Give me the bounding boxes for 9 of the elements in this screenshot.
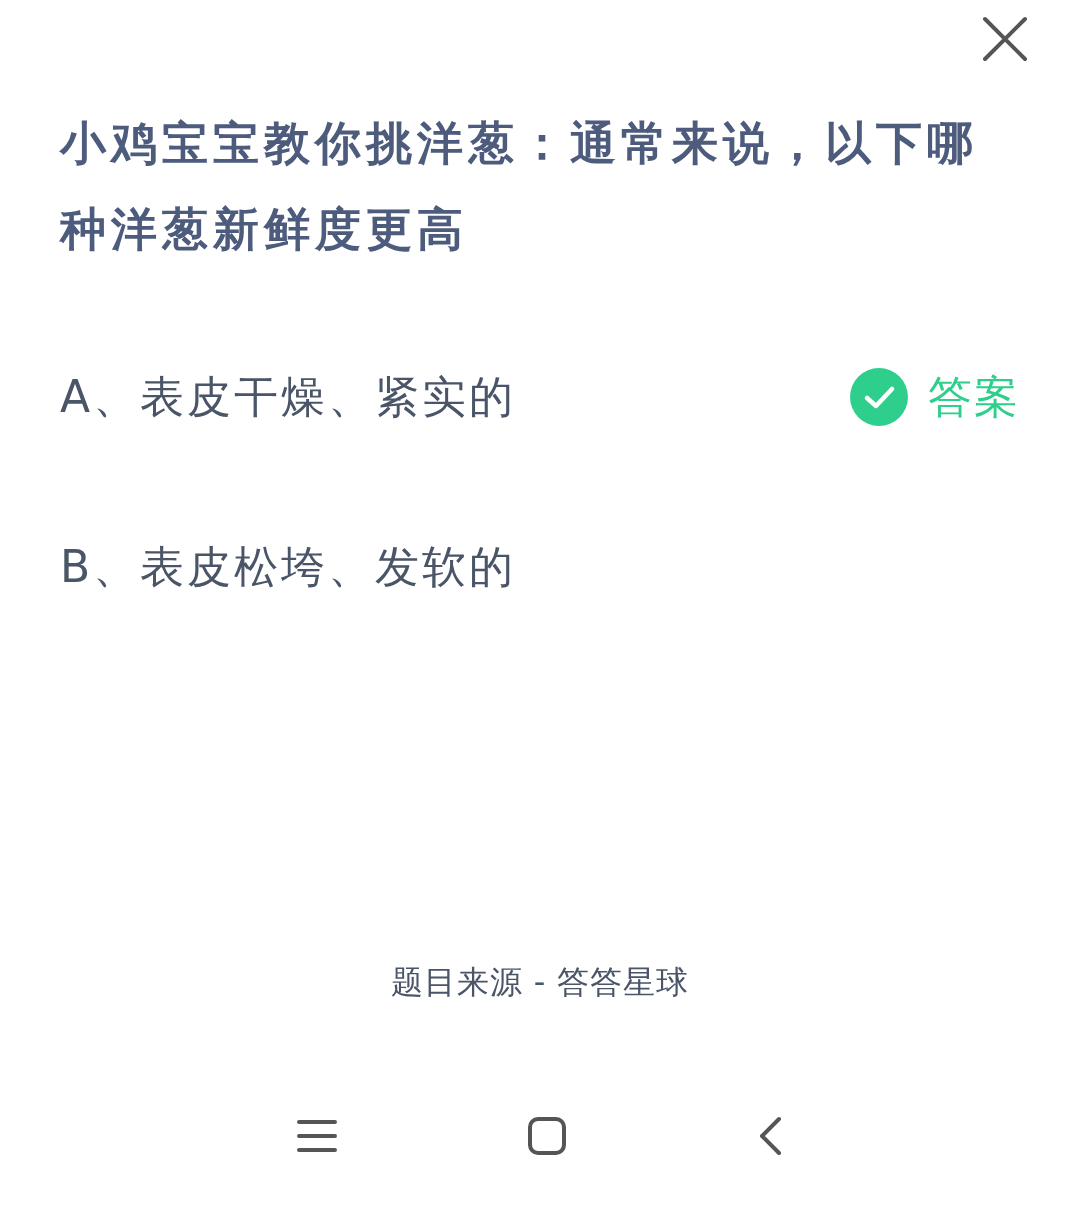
option-text[interactable]: B、表皮松垮、发软的 xyxy=(60,534,517,600)
answer-label: 答案 xyxy=(928,370,1020,424)
close-icon[interactable] xyxy=(982,16,1028,62)
source-text: 题目来源 - 答答星球 xyxy=(390,962,690,1003)
question-text: 小鸡宝宝教你挑洋葱：通常来说，以下哪种洋葱新鲜度更高 xyxy=(60,115,979,258)
back-icon[interactable] xyxy=(757,1116,783,1156)
option-text[interactable]: A、表皮干燥、紧实的 xyxy=(60,364,517,430)
home-icon[interactable] xyxy=(527,1116,567,1156)
menu-icon[interactable] xyxy=(297,1119,337,1153)
